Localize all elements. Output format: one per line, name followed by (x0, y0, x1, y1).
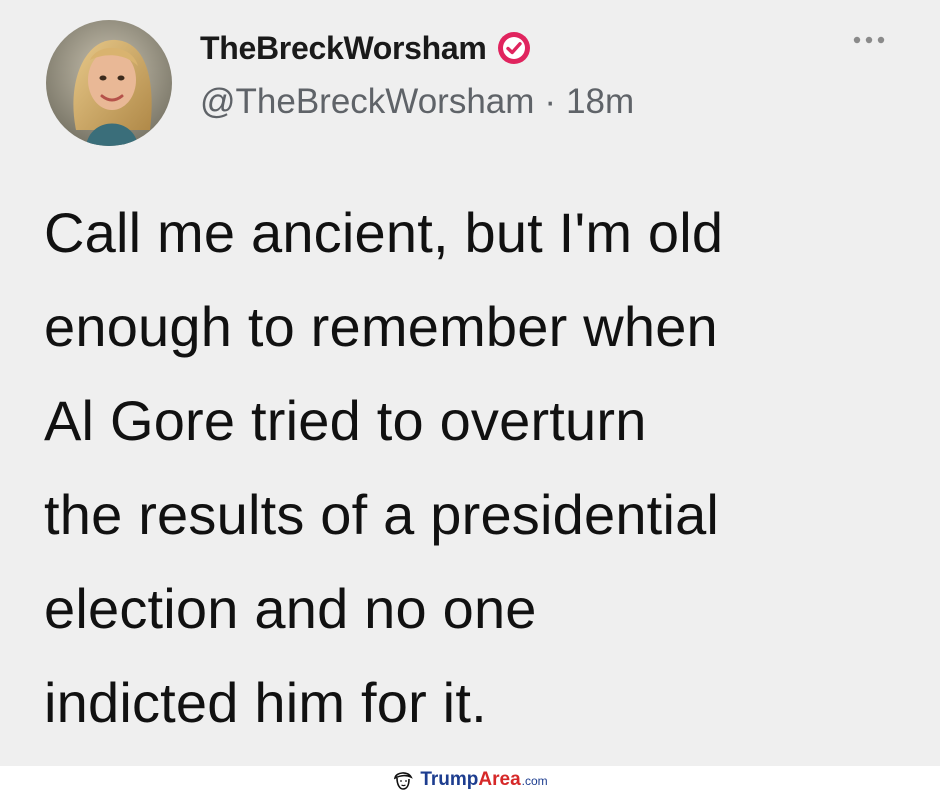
watermark-text-domain: .com (521, 773, 548, 788)
tweet-text: Call me ancient, but I'm old enough to r… (44, 201, 724, 734)
ellipsis-icon[interactable] (852, 34, 886, 46)
display-name[interactable]: TheBreckWorsham (200, 30, 487, 67)
display-name-row: TheBreckWorsham (200, 26, 531, 70)
avatar[interactable] (46, 20, 172, 146)
profile-photo (46, 20, 172, 146)
verified-badge-icon (497, 31, 531, 65)
watermark-footer: TrumpArea.com (0, 766, 940, 793)
watermark-text-trump: Trump (420, 768, 479, 790)
meta-separator: · (544, 82, 557, 121)
tweet-card: TheBreckWorsham @TheBreckWorsham · 18m C… (0, 0, 940, 766)
tweet-meta: @TheBreckWorsham · 18m (200, 80, 634, 124)
watermark-text-area: Area (478, 768, 521, 790)
trump-face-icon (394, 771, 414, 790)
watermark-logo: TrumpArea.com (392, 768, 548, 791)
handle[interactable]: @TheBreckWorsham (200, 82, 534, 122)
timestamp[interactable]: 18m (566, 82, 634, 122)
